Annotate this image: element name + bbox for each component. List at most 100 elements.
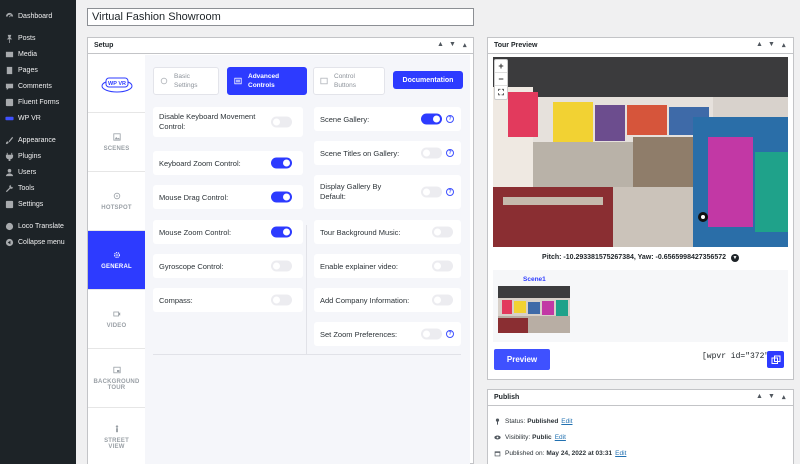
copy-icon xyxy=(771,355,780,364)
menu-fluent-forms[interactable]: Fluent Forms xyxy=(0,94,76,110)
vr-icon xyxy=(5,114,14,123)
person-icon xyxy=(113,424,121,433)
menu-loco-translate[interactable]: Loco Translate xyxy=(0,218,76,234)
gear-icon xyxy=(113,251,121,259)
gyroscope-toggle[interactable] xyxy=(271,260,292,272)
move-down-icon[interactable]: ▼ xyxy=(449,41,456,48)
explainer-video-toggle[interactable] xyxy=(432,260,453,272)
option-mouse-drag: Mouse Drag Control: xyxy=(153,185,303,209)
zoom-in-button[interactable]: + xyxy=(495,60,507,73)
option-scene-titles-gallery: Scene Titles on Gallery: ? xyxy=(314,141,461,165)
eye-icon xyxy=(494,435,501,440)
menu-dashboard[interactable]: Dashboard xyxy=(0,8,76,24)
menu-comments[interactable]: Comments xyxy=(0,78,76,94)
option-mouse-zoom: Mouse Zoom Control: xyxy=(153,220,303,244)
info-icon[interactable]: ? xyxy=(446,149,454,157)
pages-icon xyxy=(5,66,14,75)
option-disable-keyboard-movement: Disable Keyboard Movement Control: xyxy=(153,107,303,137)
wpvr-logo-text: WP VR xyxy=(108,81,126,87)
publish-status-row: Status: Published Edit xyxy=(494,418,573,425)
option-explainer-video: Enable explainer video: xyxy=(314,254,461,278)
tab-advanced-controls[interactable]: Advanced Controls xyxy=(227,67,307,95)
setup-header: Setup ▲ ▼ ▴ xyxy=(88,38,473,54)
dashboard-icon xyxy=(5,12,14,21)
display-gallery-toggle[interactable] xyxy=(421,186,442,198)
wrench-icon xyxy=(5,184,14,193)
admin-sidebar: Dashboard Posts Media Pages Comments Flu… xyxy=(0,0,76,464)
section-divider xyxy=(153,354,461,355)
scene-thumbnail-image xyxy=(498,286,570,333)
menu-media[interactable]: Media xyxy=(0,46,76,62)
option-zoom-preferences: Set Zoom Preferences: ? xyxy=(314,322,461,346)
scene-thumbnail-label: Scene1 xyxy=(523,276,546,283)
comment-icon xyxy=(5,82,14,91)
target-icon xyxy=(113,192,121,200)
menu-posts[interactable]: Posts xyxy=(0,30,76,46)
mouse-zoom-toggle[interactable] xyxy=(271,226,292,238)
compass-toggle[interactable] xyxy=(271,294,292,306)
publish-date-row: Published on: May 24, 2022 at 03:31 Edit xyxy=(494,450,626,457)
copy-shortcode-button[interactable] xyxy=(767,351,784,368)
column-divider xyxy=(306,225,307,355)
info-icon[interactable]: ? xyxy=(446,188,454,196)
option-company-info: Add Company Information: xyxy=(314,288,461,312)
background-music-toggle[interactable] xyxy=(432,226,453,238)
option-keyboard-zoom: Keyboard Zoom Control: xyxy=(153,151,303,175)
keyboard-zoom-toggle[interactable] xyxy=(271,157,292,169)
move-up-icon[interactable]: ▲ xyxy=(756,393,763,400)
tab-scenes[interactable]: SCENES xyxy=(88,113,145,172)
tab-basic-settings[interactable]: Basic Settings xyxy=(153,67,219,95)
menu-collapse[interactable]: Collapse menu xyxy=(0,234,76,250)
panorama-viewer[interactable] xyxy=(493,57,788,247)
panorama-image xyxy=(493,57,788,247)
move-up-icon[interactable]: ▲ xyxy=(756,41,763,48)
pin-icon xyxy=(5,34,14,43)
menu-settings[interactable]: Settings xyxy=(0,196,76,212)
info-icon[interactable]: ? xyxy=(446,330,454,338)
settings-icon xyxy=(5,200,14,209)
mouse-drag-toggle[interactable] xyxy=(271,191,292,203)
documentation-button[interactable]: Documentation xyxy=(393,71,463,89)
preview-button[interactable]: Preview xyxy=(494,349,550,370)
post-title-input[interactable] xyxy=(87,8,474,26)
buttons-icon xyxy=(320,77,328,85)
arrow-down-circle-icon[interactable]: ▼ xyxy=(730,254,739,262)
menu-wp-vr[interactable]: WP VR xyxy=(0,110,76,126)
shortcode-text: [wpvr id="372"] xyxy=(702,352,775,361)
info-icon[interactable]: ? xyxy=(446,115,454,123)
menu-pages[interactable]: Pages xyxy=(0,62,76,78)
move-up-icon[interactable]: ▲ xyxy=(437,41,444,48)
menu-appearance[interactable]: Appearance xyxy=(0,132,76,148)
publish-header: Publish ▲ ▼ ▴ xyxy=(488,390,793,406)
zoom-out-button[interactable]: − xyxy=(495,73,507,86)
tab-general[interactable]: GENERAL xyxy=(88,231,145,290)
scene-titles-toggle[interactable] xyxy=(421,147,442,159)
menu-plugins[interactable]: Plugins xyxy=(0,148,76,164)
tab-background-tour[interactable]: BACKGROUND TOUR xyxy=(88,349,145,408)
tour-preview-header: Tour Preview ▲ ▼ ▴ xyxy=(488,38,793,54)
move-down-icon[interactable]: ▼ xyxy=(768,393,775,400)
tab-hotspot[interactable]: HOTSPOT xyxy=(88,172,145,231)
edit-visibility-link[interactable]: Edit xyxy=(555,434,566,441)
company-info-toggle[interactable] xyxy=(432,294,453,306)
move-down-icon[interactable]: ▼ xyxy=(768,41,775,48)
edit-date-link[interactable]: Edit xyxy=(615,450,626,457)
sliders-icon xyxy=(234,77,242,85)
wpvr-logo: WP VR xyxy=(88,55,145,113)
toggle-panel-icon[interactable]: ▴ xyxy=(463,41,467,49)
key-icon xyxy=(495,418,500,425)
option-background-music: Tour Background Music: xyxy=(314,220,461,244)
tab-control-buttons[interactable]: Control Buttons xyxy=(313,67,385,95)
menu-users[interactable]: Users xyxy=(0,164,76,180)
fullscreen-button[interactable]: ⛶ xyxy=(495,86,507,99)
scene-gallery-toggle[interactable] xyxy=(421,113,442,125)
disable-keyboard-movement-toggle[interactable] xyxy=(271,116,292,128)
scene-thumbnail[interactable] xyxy=(498,286,570,333)
tab-video[interactable]: VIDEO xyxy=(88,290,145,349)
menu-tools[interactable]: Tools xyxy=(0,180,76,196)
tab-street-view[interactable]: STREET VIEW xyxy=(88,408,145,464)
zoom-preferences-toggle[interactable] xyxy=(421,328,442,340)
edit-status-link[interactable]: Edit xyxy=(561,418,572,425)
toggle-panel-icon[interactable]: ▴ xyxy=(782,41,786,49)
toggle-panel-icon[interactable]: ▴ xyxy=(782,393,786,401)
